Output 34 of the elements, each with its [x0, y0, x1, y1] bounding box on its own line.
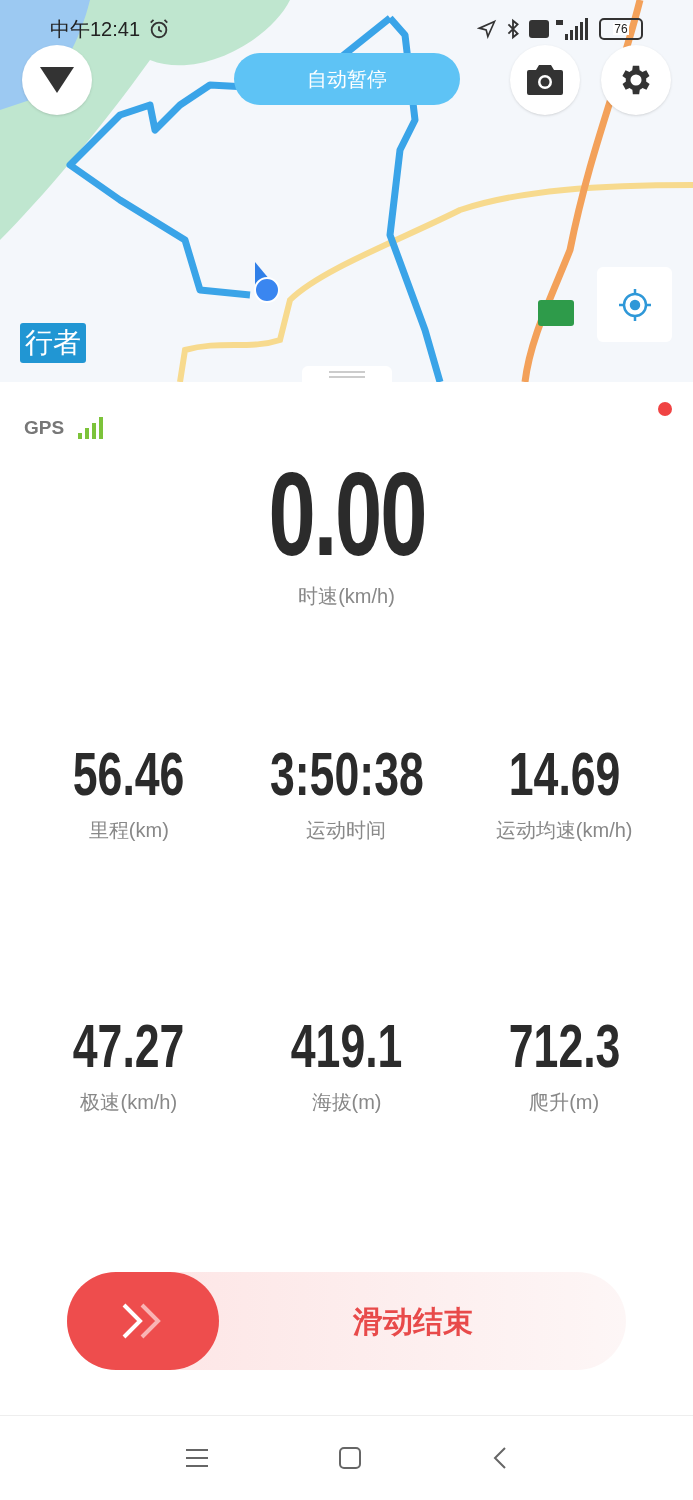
menu-icon[interactable] [185, 1449, 208, 1467]
slide-to-end-label: 滑动结束 [351, 1303, 474, 1340]
hd-icon [529, 20, 549, 38]
battery-level: 76 [613, 23, 629, 35]
stat-label: 运动时间 [306, 817, 387, 843]
location-arrow-icon [477, 19, 497, 39]
stat-value: 47.27 [72, 1014, 185, 1077]
back-icon[interactable] [493, 1447, 508, 1469]
location-marker-icon [253, 262, 281, 304]
crosshair-icon [618, 288, 651, 321]
home-icon[interactable] [339, 1447, 362, 1469]
drag-handle[interactable] [302, 366, 392, 382]
locate-button[interactable] [597, 267, 672, 342]
auto-pause-button[interactable]: 自动暂停 [234, 53, 460, 105]
signal-icon [555, 18, 589, 40]
stat-label: 海拔(m) [311, 1089, 382, 1115]
stat-label: 里程(km) [88, 817, 169, 843]
stat-value: 3:50:38 [269, 742, 424, 805]
bluetooth-icon [505, 18, 521, 40]
speed-label: 时速(km/h) [298, 583, 395, 609]
stat-label: 爬升(m) [529, 1089, 600, 1115]
gps-label: GPS [24, 416, 65, 440]
stat-value: 419.1 [290, 1014, 403, 1077]
brand-badge: 行者 [20, 323, 86, 363]
speed-value: 0.00 [268, 454, 425, 573]
stat-value: 14.69 [508, 742, 620, 805]
stat-value: 712.3 [508, 1014, 620, 1077]
camera-icon [527, 65, 563, 95]
stat-label: 运动均速(km/h) [495, 817, 633, 843]
signal-strength-icon [78, 417, 105, 440]
caret-down-icon [40, 67, 74, 93]
stat-label: 极速(km/h) [80, 1089, 178, 1115]
status-time: 中午12:41 [50, 17, 141, 42]
stat-value: 56.46 [72, 742, 185, 805]
